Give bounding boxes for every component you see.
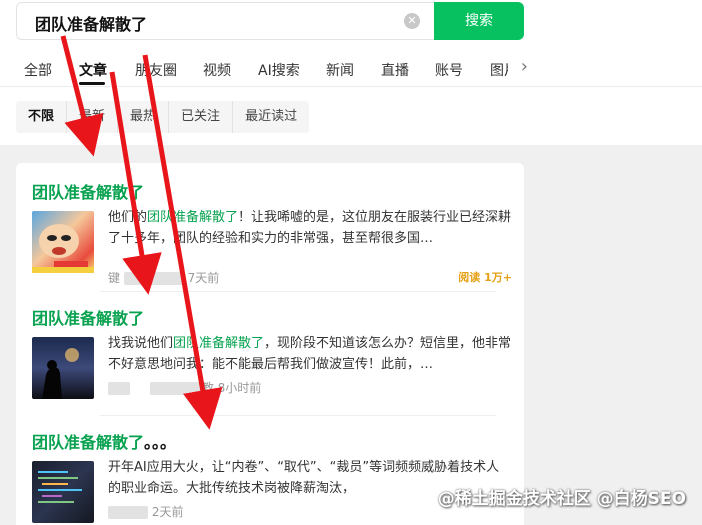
category-tabs: 全部 文章 朋友圈 视频 AI搜索 新闻 直播 账号 图片 › bbox=[0, 52, 702, 86]
search-header: 团队准备解散了 ✕ 搜索 全部 文章 朋友圈 视频 AI搜索 新闻 直播 账号 … bbox=[0, 0, 702, 145]
filter-hottest[interactable]: 最热 bbox=[117, 101, 168, 133]
result-source: 键 bbox=[108, 271, 121, 285]
chevron-right-icon[interactable]: › bbox=[521, 56, 528, 77]
result-meta: 2天前 bbox=[108, 503, 183, 520]
tab-ai-search[interactable]: AI搜索 bbox=[258, 60, 300, 80]
result-time: 7天前 bbox=[187, 271, 220, 285]
result-meta: 教 8小时前 bbox=[108, 379, 261, 396]
thumbnail-image bbox=[32, 461, 94, 523]
divider bbox=[0, 86, 702, 87]
blurred-source bbox=[123, 272, 184, 285]
list-item[interactable]: 团队准备解散了。。。 开年AI应用大火，让“内卷”、“取代”、“裁员”等词频频威… bbox=[32, 429, 512, 525]
read-count-badge: 阅读 1万+ bbox=[458, 271, 512, 284]
result-snippet: 他们的团队准备解散了！让我唏嘘的是，这位朋友在服装行业已经深耕了十多年，团队的经… bbox=[108, 210, 512, 246]
filter-bar: 不限 最新 最热 已关注 最近读过 bbox=[16, 101, 310, 133]
result-title[interactable]: 团队准备解散了。。。 bbox=[32, 429, 512, 453]
result-meta: 键 7天前 bbox=[108, 269, 219, 286]
filter-latest[interactable]: 最新 bbox=[66, 101, 117, 133]
filter-followed[interactable]: 已关注 bbox=[168, 101, 232, 133]
results-list: 团队准备解散了 他们的团队准备解散了！让我唏嘘的是，这位朋友在服装行业已经深耕了… bbox=[16, 163, 524, 525]
result-source: 教 bbox=[201, 381, 214, 395]
search-query[interactable]: 团队准备解散了 bbox=[35, 11, 147, 35]
tab-news[interactable]: 新闻 bbox=[326, 60, 354, 80]
filter-any[interactable]: 不限 bbox=[16, 101, 66, 133]
result-title[interactable]: 团队准备解散了 bbox=[32, 305, 512, 329]
tab-videos[interactable]: 视频 bbox=[203, 60, 231, 80]
tab-images[interactable]: 图片 bbox=[490, 60, 508, 80]
search-button[interactable]: 搜索 bbox=[434, 2, 524, 40]
blurred-source bbox=[149, 382, 202, 395]
tab-articles[interactable]: 文章 bbox=[79, 60, 107, 80]
divider bbox=[100, 291, 496, 292]
tab-all[interactable]: 全部 bbox=[24, 60, 52, 80]
list-item[interactable]: 团队准备解散了 他们的团队准备解散了！让我唏嘘的是，这位朋友在服装行业已经深耕了… bbox=[32, 179, 512, 289]
clear-icon[interactable]: ✕ bbox=[404, 13, 420, 29]
watermark: @稀土掘金技术社区 @白杨SEO bbox=[437, 489, 686, 509]
thumbnail-image bbox=[32, 337, 94, 399]
blurred-source bbox=[108, 506, 148, 519]
blurred-source bbox=[108, 382, 130, 395]
result-snippet: 找我说他们团队准备解散了，现阶段不知道该怎么办？短信里，他非常不好意思地问我：能… bbox=[108, 336, 512, 372]
tab-moments[interactable]: 朋友圈 bbox=[135, 60, 177, 80]
result-title[interactable]: 团队准备解散了 bbox=[32, 179, 512, 203]
result-time: 8小时前 bbox=[217, 381, 262, 395]
active-tab-indicator bbox=[79, 82, 105, 85]
tab-live[interactable]: 直播 bbox=[381, 60, 409, 80]
search-input[interactable]: 团队准备解散了 ✕ bbox=[16, 2, 434, 40]
thumbnail-image bbox=[32, 211, 94, 273]
result-time: 2天前 bbox=[151, 505, 184, 519]
tab-accounts[interactable]: 账号 bbox=[435, 60, 463, 80]
filter-recently-read[interactable]: 最近读过 bbox=[232, 101, 309, 133]
list-item[interactable]: 团队准备解散了 找我说他们团队准备解散了，现阶段不知道该怎么办？短信里，他非常不… bbox=[32, 305, 512, 415]
divider bbox=[100, 415, 496, 416]
